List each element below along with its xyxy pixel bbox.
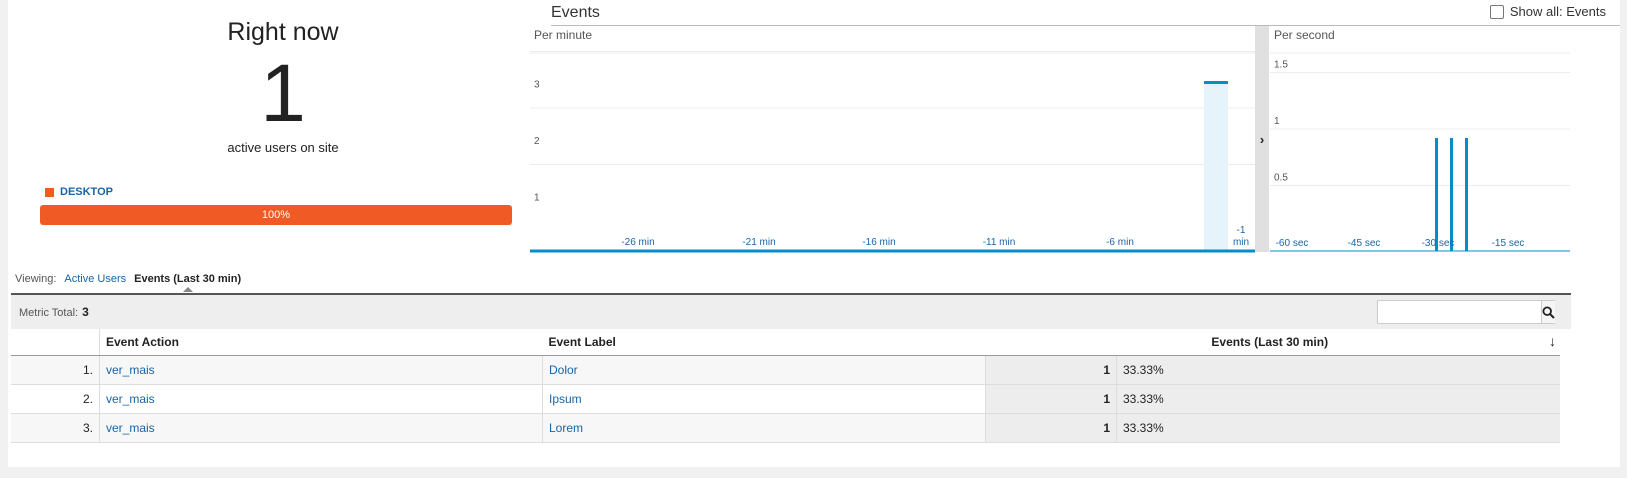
events-table: Event Action Event Label Events (Last 30… — [11, 329, 1560, 443]
show-all-checkbox[interactable] — [1489, 4, 1504, 19]
event-label-link[interactable]: Lorem — [549, 421, 583, 435]
x-tick-label: -15 sec — [1492, 238, 1525, 249]
device-legend: DESKTOP — [45, 186, 113, 198]
table-row: 1. ver_mais Dolor 1 33.33% — [11, 355, 1560, 385]
event-percent: 33.33% — [1116, 384, 1560, 414]
active-users-count: 1 — [260, 48, 306, 139]
event-percent: 33.33% — [1116, 413, 1560, 443]
header-event-label[interactable]: Event Label — [542, 329, 986, 356]
tab-active-users[interactable]: Active Users — [64, 273, 126, 285]
table-search — [1377, 300, 1555, 324]
active-tab-caret-icon — [183, 287, 193, 292]
active-users-subtitle: active users on site — [227, 140, 339, 155]
row-index: 1. — [11, 355, 100, 385]
x-tick-label: -21 min — [742, 237, 775, 248]
search-icon — [1542, 305, 1555, 319]
x-tick-label: -60 sec — [1276, 238, 1309, 249]
x-tick-label: -11 min — [983, 237, 1016, 248]
x-tick-label: -45 sec — [1348, 238, 1381, 249]
header-events-count[interactable]: Events (Last 30 min) ↓ — [985, 329, 1560, 356]
x-tick-label: -1 — [1237, 225, 1246, 236]
event-label-link[interactable]: Ipsum — [549, 392, 582, 406]
y-tick-label: 2 — [534, 136, 540, 147]
realtime-card: Right now 1 active users on site DESKTOP… — [8, 0, 1620, 467]
per-minute-subtitle: Per minute — [534, 28, 592, 42]
viewing-selector: Viewing: Active Users Events (Last 30 mi… — [15, 273, 241, 285]
bar — [1450, 138, 1453, 251]
event-count: 1 — [985, 355, 1117, 385]
viewing-label: Viewing: — [15, 273, 57, 285]
header-index — [11, 329, 100, 356]
bar-highlight — [1204, 81, 1228, 251]
sort-descending-icon[interactable]: ↓ — [1549, 333, 1556, 349]
y-tick-label: 1 — [534, 193, 540, 204]
per-minute-chart: Per minute 1 2 3 -26 min -21 min -16 min -11 mi… — [530, 28, 1255, 253]
header-event-action[interactable]: Event Action — [99, 329, 543, 356]
desktop-swatch-icon — [45, 187, 54, 197]
y-tick-label: 1.5 — [1274, 60, 1288, 71]
tab-events-last-30-min[interactable]: Events (Last 30 min) — [134, 273, 241, 285]
events-title: Events — [551, 4, 600, 21]
right-now-title: Right now — [227, 18, 339, 46]
per-second-subtitle: Per second — [1274, 28, 1335, 42]
search-button[interactable] — [1541, 301, 1555, 323]
metric-total-label: Metric Total: — [19, 307, 79, 319]
row-index: 3. — [11, 413, 100, 443]
table-search-input[interactable] — [1378, 301, 1541, 323]
x-tick-label: -16 min — [862, 237, 895, 248]
x-tick-label: min — [1233, 237, 1249, 248]
device-label-desktop[interactable]: DESKTOP — [60, 186, 113, 198]
event-action-link[interactable]: ver_mais — [106, 392, 155, 406]
per-second-chart: Per second 0.5 1 1.5 -60 sec -45 sec -30 sec -1… — [1270, 28, 1570, 252]
device-share-bar[interactable]: 100% — [40, 205, 512, 225]
show-all-label: Show all: Events — [1509, 4, 1606, 19]
metric-total: Metric Total: 3 — [19, 305, 89, 319]
table-header-row: Event Action Event Label Events (Last 30… — [11, 329, 1560, 356]
y-tick-label: 3 — [534, 80, 540, 91]
event-count: 1 — [985, 384, 1117, 414]
y-tick-label: 0.5 — [1274, 173, 1288, 184]
y-tick-label: 1 — [1274, 116, 1280, 127]
x-tick-label: -6 min — [1106, 237, 1134, 248]
expand-per-second-button[interactable]: › — [1255, 26, 1269, 252]
event-percent: 33.33% — [1116, 355, 1560, 385]
row-index: 2. — [11, 384, 100, 414]
metric-total-bar: Metric Total: 3 — [11, 293, 1571, 329]
event-action-link[interactable]: ver_mais — [106, 363, 155, 377]
table-row: 2. ver_mais Ipsum 1 33.33% — [11, 384, 1560, 414]
header-events-count-label: Events (Last 30 min) — [1211, 335, 1329, 349]
metric-total-value: 3 — [82, 305, 89, 319]
event-label-link[interactable]: Dolor — [549, 363, 578, 377]
bar — [1465, 138, 1468, 251]
show-all-events-toggle[interactable]: Show all: Events — [1489, 4, 1606, 19]
table-row: 3. ver_mais Lorem 1 33.33% — [11, 413, 1560, 443]
x-tick-label: -26 min — [621, 237, 654, 248]
event-count: 1 — [985, 413, 1117, 443]
events-table-panel: Metric Total: 3 Event Action Event Label … — [11, 293, 1571, 443]
chevron-right-icon: › — [1259, 131, 1265, 147]
bar — [1204, 81, 1228, 84]
bar — [1435, 138, 1438, 251]
x-tick-label: -30 sec — [1422, 238, 1455, 249]
event-action-link[interactable]: ver_mais — [106, 421, 155, 435]
